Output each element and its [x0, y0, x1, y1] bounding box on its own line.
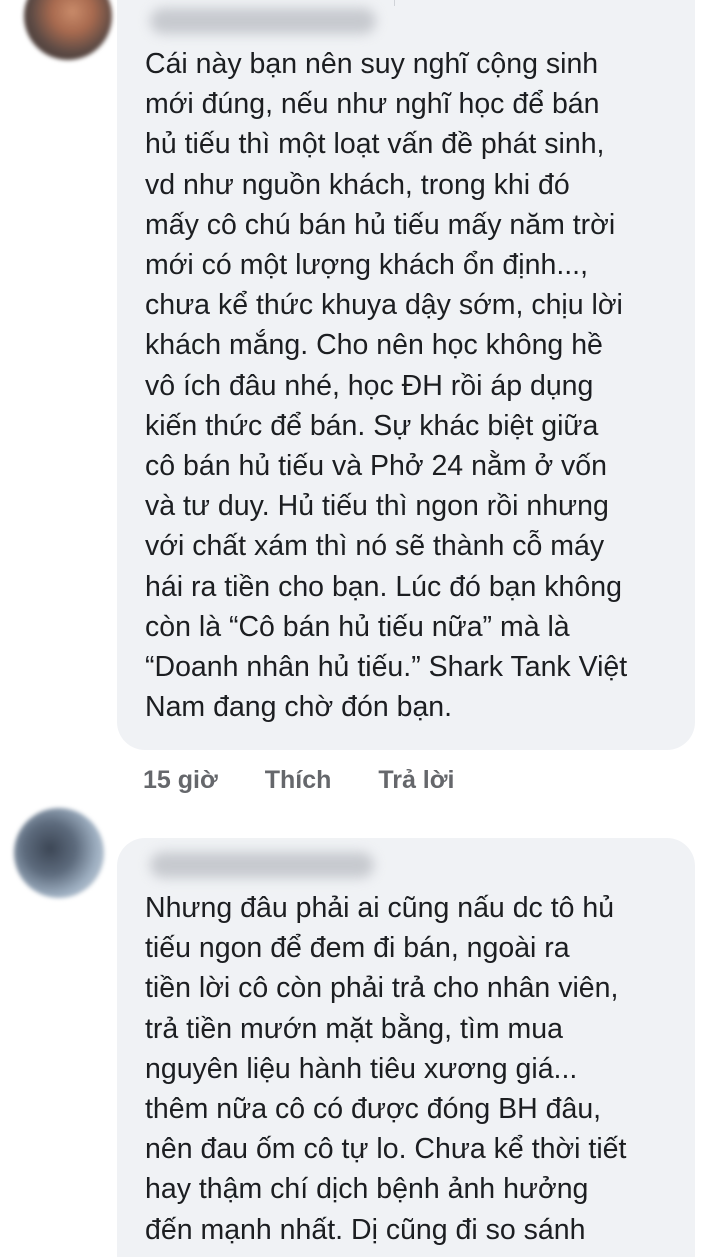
- comment-timestamp[interactable]: 15 giờ: [143, 766, 218, 794]
- comment-line: Cái này bạn nên suy nghĩ cộng sinh: [145, 48, 599, 80]
- comment-line: mới đúng, nếu như nghĩ học để bán: [145, 88, 600, 121]
- comment-line: và tư duy. Hủ tiếu thì ngon rồi nhưng: [145, 490, 609, 523]
- comments-page: Cái này bạn nên suy nghĩ cộng sinh mới đ…: [0, 0, 720, 1257]
- author-name-blurred[interactable]: [150, 8, 376, 34]
- comment-line: mới có một lượng khách ổn định...,: [145, 249, 588, 282]
- comment-line: còn là “Cô bán hủ tiếu nữa” mà là: [145, 610, 570, 643]
- comment-line: kiến thức để bán. Sự khác biệt giữa: [145, 409, 599, 442]
- comment-line: vô ích đâu nhé, học ĐH rồi áp dụng: [145, 369, 594, 402]
- avatar[interactable]: [14, 808, 104, 898]
- author-name-blurred[interactable]: [150, 852, 374, 878]
- comment-actions: 15 giờ Thích Trả lời: [143, 762, 454, 798]
- comment-line: chưa kể thức khuya dậy sớm, chịu lời: [145, 289, 623, 322]
- comment-line: hay thậm chí dịch bệnh ảnh hưởng: [145, 1173, 589, 1206]
- comment-line: tiếu ngon để đem đi bán, ngoài ra: [145, 932, 570, 965]
- comment-line: trả tiền mướn mặt bằng, tìm mua: [145, 1012, 563, 1045]
- divider: [394, 0, 395, 6]
- comment-line: tiền lời cô còn phải trả cho nhân viên,: [145, 972, 619, 1005]
- comment-line: hái ra tiền cho bạn. Lúc đó bạn không: [145, 570, 622, 603]
- comment-line: khách mắng. Cho nên học không hề: [145, 329, 603, 362]
- avatar[interactable]: [24, 0, 112, 60]
- comment-line: nên đau ốm cô tự lo. Chưa kể thời tiết: [145, 1133, 627, 1166]
- comment-line: nguyên liệu hành tiêu xương giá...: [145, 1052, 578, 1085]
- comment-line: với chất xám thì nó sẽ thành cỗ máy: [145, 530, 605, 563]
- comment-text: Nhưng đâu phải ai cũng nấu dc tô hủ tiếu…: [145, 888, 690, 1250]
- comment-line: vd như nguồn khách, trong khi đó: [145, 168, 570, 201]
- comment-line: cô bán hủ tiếu và Phở 24 nằm ở vốn: [145, 450, 607, 483]
- comment-line: Nam đang chờ đón bạn.: [145, 691, 453, 724]
- comment-line: thêm nữa cô có được đóng BH đâu,: [145, 1093, 602, 1126]
- comment-line: “Doanh nhân hủ tiếu.” Shark Tank Việt: [145, 651, 628, 684]
- comment-line: mấy cô chú bán hủ tiếu mấy năm trời: [145, 208, 616, 241]
- like-button[interactable]: Thích: [265, 766, 332, 794]
- reply-button[interactable]: Trả lời: [378, 766, 454, 794]
- comment-line: Nhưng đâu phải ai cũng nấu dc tô hủ: [145, 892, 615, 924]
- comment-line: hủ tiếu thì một loạt vấn đề phát sinh,: [145, 128, 605, 161]
- comment-text: Cái này bạn nên suy nghĩ cộng sinh mới đ…: [145, 44, 690, 727]
- comment-line: đến mạnh nhất. Dị cũng đi so sánh: [145, 1213, 586, 1246]
